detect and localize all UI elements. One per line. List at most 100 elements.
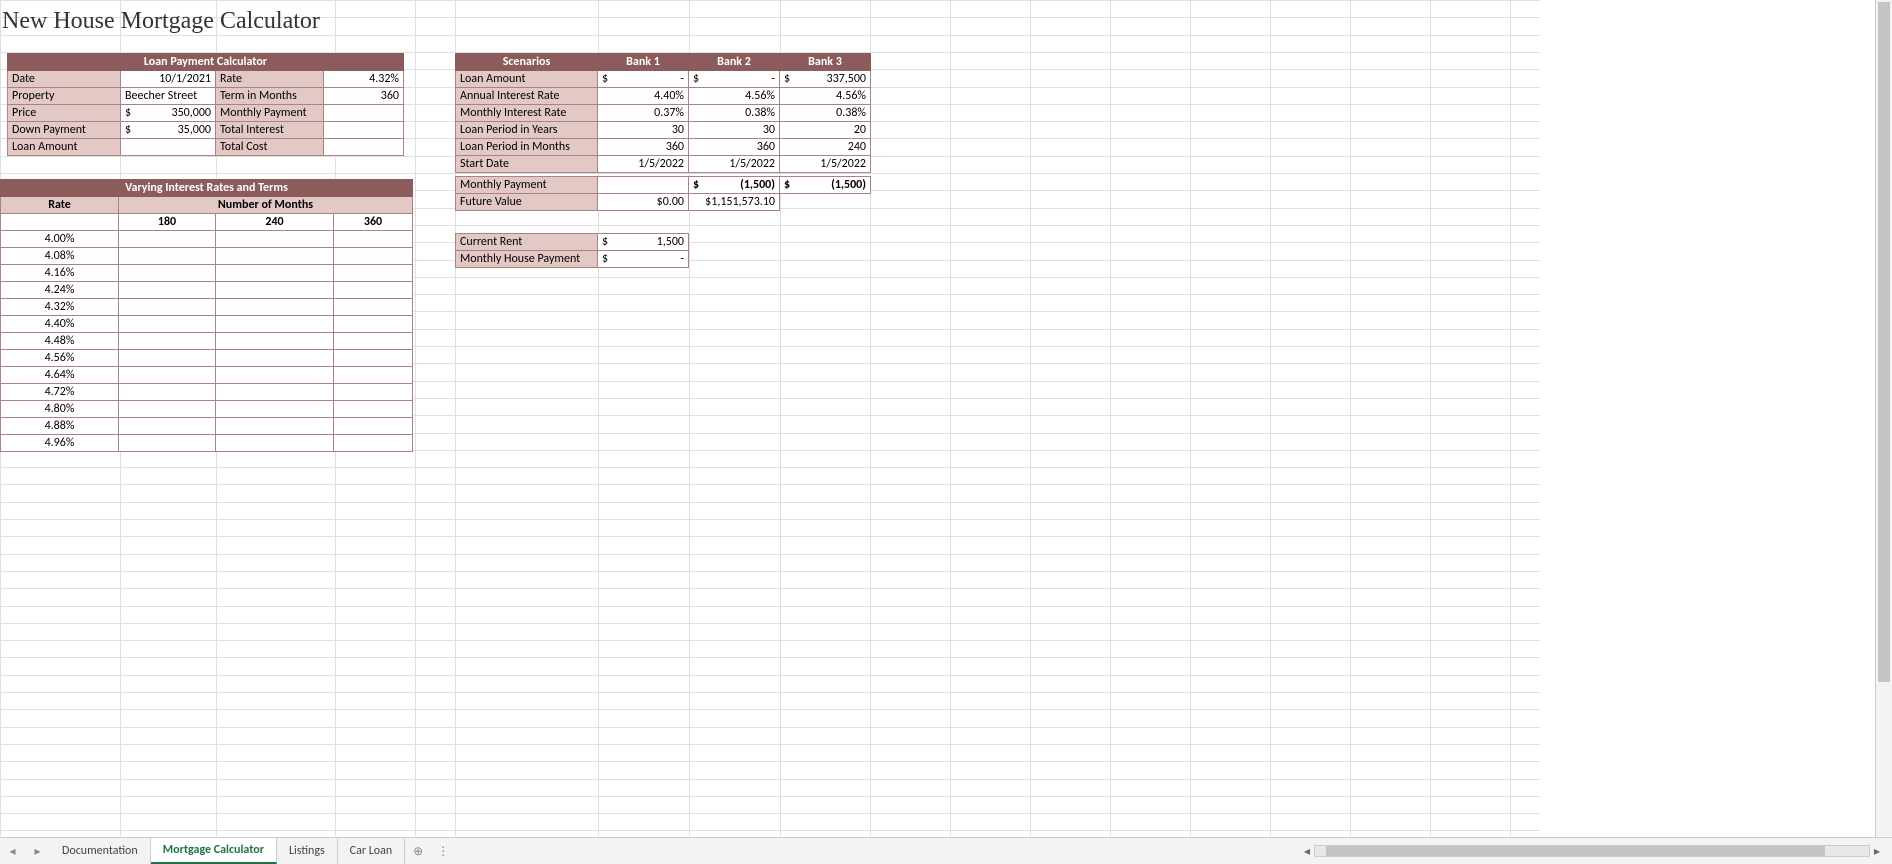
scen-value[interactable]: 240 — [780, 139, 871, 156]
calc-cell[interactable] — [216, 333, 334, 350]
calc-cell[interactable] — [334, 316, 413, 333]
scen-value[interactable]: 4.56% — [780, 88, 871, 105]
rate-cell[interactable]: 4.56% — [1, 350, 119, 367]
scen-value[interactable]: 0.38% — [689, 105, 780, 122]
calc-cell[interactable] — [119, 367, 216, 384]
rate-cell[interactable]: 4.08% — [1, 248, 119, 265]
scen-fv-1[interactable]: $0.00 — [598, 194, 689, 211]
scen-value[interactable]: $- — [689, 71, 780, 88]
rate-cell[interactable]: 4.80% — [1, 401, 119, 418]
calc-cell[interactable] — [334, 401, 413, 418]
value-monthly-house-payment[interactable]: $- — [598, 251, 689, 268]
calc-cell[interactable] — [216, 384, 334, 401]
scen-value[interactable]: 20 — [780, 122, 871, 139]
rate-cell[interactable]: 4.72% — [1, 384, 119, 401]
calc-cell[interactable] — [216, 350, 334, 367]
calc-cell[interactable] — [334, 231, 413, 248]
vertical-scrollbar[interactable] — [1875, 0, 1892, 837]
calc-cell[interactable] — [216, 299, 334, 316]
calc-cell[interactable] — [119, 350, 216, 367]
scen-fv-2[interactable]: $1,151,573.10 — [689, 194, 780, 211]
scen-value[interactable]: $- — [598, 71, 689, 88]
scen-value[interactable]: 4.56% — [689, 88, 780, 105]
scen-value[interactable]: 1/5/2022 — [689, 156, 780, 173]
rate-cell[interactable]: 4.64% — [1, 367, 119, 384]
calc-cell[interactable] — [216, 316, 334, 333]
calc-cell[interactable] — [216, 282, 334, 299]
calc-cell[interactable] — [119, 316, 216, 333]
calc-cell[interactable] — [119, 401, 216, 418]
value-rate[interactable]: 4.32% — [324, 71, 404, 88]
scen-value[interactable]: 30 — [598, 122, 689, 139]
scen-value[interactable]: 360 — [598, 139, 689, 156]
calc-cell[interactable] — [216, 401, 334, 418]
calc-cell[interactable] — [334, 282, 413, 299]
calc-cell[interactable] — [216, 418, 334, 435]
value-date[interactable]: 10/1/2021 — [121, 71, 216, 88]
rate-cell[interactable]: 4.00% — [1, 231, 119, 248]
calc-cell[interactable] — [334, 299, 413, 316]
calc-cell[interactable] — [119, 231, 216, 248]
calc-cell[interactable] — [334, 435, 413, 452]
scen-value[interactable]: $337,500 — [780, 71, 871, 88]
calc-cell[interactable] — [119, 265, 216, 282]
calc-cell[interactable] — [119, 384, 216, 401]
scen-mpay-2[interactable]: $(1,500) — [689, 177, 780, 194]
scen-mpay-1[interactable] — [598, 177, 689, 194]
sheet-tab[interactable]: Car Loan — [338, 838, 405, 864]
rate-cell[interactable]: 4.32% — [1, 299, 119, 316]
tab-options-icon[interactable]: ⋮ — [431, 838, 455, 864]
calc-cell[interactable] — [119, 418, 216, 435]
calc-cell[interactable] — [216, 265, 334, 282]
value-property[interactable]: Beecher Street — [121, 88, 216, 105]
calc-cell[interactable] — [216, 248, 334, 265]
calc-cell[interactable] — [216, 231, 334, 248]
calc-cell[interactable] — [334, 350, 413, 367]
scen-value[interactable]: 30 — [689, 122, 780, 139]
horizontal-scrollbar-track[interactable] — [1314, 845, 1870, 857]
scen-value[interactable]: 360 — [689, 139, 780, 156]
value-term[interactable]: 360 — [324, 88, 404, 105]
scen-value[interactable]: 1/5/2022 — [598, 156, 689, 173]
calc-cell[interactable] — [119, 282, 216, 299]
calc-cell[interactable] — [334, 333, 413, 350]
scen-value[interactable]: 0.38% — [780, 105, 871, 122]
value-total-interest[interactable] — [324, 122, 404, 139]
calc-cell[interactable] — [216, 367, 334, 384]
horizontal-scrollbar-thumb[interactable] — [1326, 846, 1825, 856]
calc-cell[interactable] — [334, 265, 413, 282]
rate-cell[interactable]: 4.96% — [1, 435, 119, 452]
value-current-rent[interactable]: $1,500 — [598, 234, 689, 251]
horizontal-scrollbar[interactable]: ◂ ▸ — [1292, 838, 1892, 864]
add-sheet-button[interactable]: ⊕ — [405, 838, 431, 864]
scen-value[interactable]: 4.40% — [598, 88, 689, 105]
calc-cell[interactable] — [334, 418, 413, 435]
value-loan-amount[interactable] — [121, 139, 216, 156]
value-monthly-payment[interactable] — [324, 105, 404, 122]
vertical-scrollbar-thumb[interactable] — [1878, 2, 1890, 682]
tab-nav-prev-icon[interactable]: ◂ — [9, 844, 15, 859]
scen-mpay-3[interactable]: $(1,500) — [780, 177, 871, 194]
rate-cell[interactable]: 4.88% — [1, 418, 119, 435]
calc-cell[interactable] — [119, 435, 216, 452]
worksheet-area[interactable]: New House Mortgage Calculator Loan Payme… — [0, 0, 1892, 836]
rate-cell[interactable]: 4.48% — [1, 333, 119, 350]
calc-cell[interactable] — [119, 248, 216, 265]
calc-cell[interactable] — [334, 248, 413, 265]
calc-cell[interactable] — [334, 367, 413, 384]
rate-cell[interactable]: 4.24% — [1, 282, 119, 299]
rate-cell[interactable]: 4.16% — [1, 265, 119, 282]
sheet-tab[interactable]: Documentation — [50, 838, 151, 864]
tab-nav-next-icon[interactable]: ▸ — [34, 844, 40, 859]
scen-value[interactable]: 0.37% — [598, 105, 689, 122]
sheet-tab[interactable]: Listings — [277, 838, 338, 864]
tab-nav-arrows[interactable]: ◂ ▸ — [0, 838, 50, 864]
value-price[interactable]: $350,000 — [121, 105, 216, 122]
scen-value[interactable]: 1/5/2022 — [780, 156, 871, 173]
value-total-cost[interactable] — [324, 139, 404, 156]
calc-cell[interactable] — [216, 435, 334, 452]
value-down-payment[interactable]: $35,000 — [121, 122, 216, 139]
scroll-right-icon[interactable]: ▸ — [1870, 844, 1884, 859]
sheet-tab[interactable]: Mortgage Calculator — [151, 838, 277, 864]
scroll-left-icon[interactable]: ◂ — [1300, 844, 1314, 859]
